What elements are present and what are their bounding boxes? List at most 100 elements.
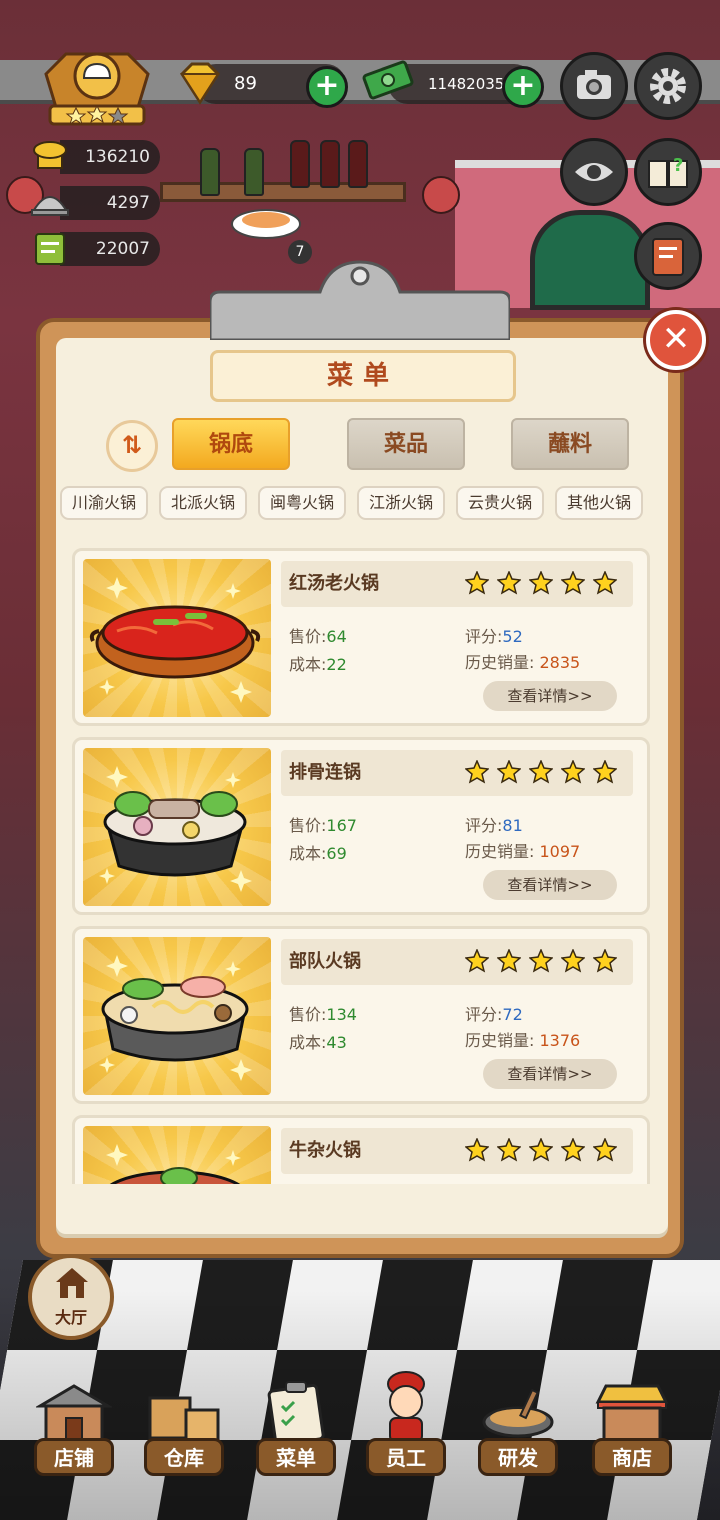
filter-sichuan[interactable]: 川渝火锅 xyxy=(60,486,148,520)
star-icon xyxy=(497,949,521,973)
nav-shop[interactable]: 店铺 xyxy=(30,1380,130,1480)
book-question-icon: ? xyxy=(648,155,688,188)
stat-value: 22007 xyxy=(95,239,150,259)
stat-reputation: 22007 xyxy=(60,232,160,266)
dish-name: 牛杂火锅 xyxy=(289,1140,361,1161)
menu-title: 菜单 xyxy=(210,350,516,402)
red-soup-hotpot-icon xyxy=(89,577,261,703)
score-row: 评分:72 xyxy=(465,1001,523,1025)
cash-amount: 11482035 xyxy=(428,75,505,93)
cost-label: 成本: xyxy=(289,655,327,674)
price-label: 售价: xyxy=(289,816,327,835)
nav-staff[interactable]: 员工 xyxy=(362,1371,462,1480)
nav-label: 研发 xyxy=(478,1438,558,1476)
sales-value: 1376 xyxy=(539,1031,581,1050)
dish-name: 排骨连锅 xyxy=(289,762,361,783)
army-stew-hotpot-icon xyxy=(99,955,252,1081)
bottle xyxy=(200,148,220,196)
star-icon xyxy=(529,760,553,784)
add-cash-button[interactable]: + xyxy=(502,66,544,108)
view-details-button[interactable]: 查看详情>> xyxy=(483,1059,617,1089)
green-door xyxy=(530,210,650,310)
gear-icon xyxy=(650,68,686,104)
filter-yungui[interactable]: 云贵火锅 xyxy=(456,486,544,520)
star-icon xyxy=(465,571,489,595)
stat-value: 4297 xyxy=(106,193,150,213)
filter-jiangzhe[interactable]: 江浙火锅 xyxy=(357,486,445,520)
view-details-button[interactable]: 查看详情>> xyxy=(483,870,617,900)
dish-list[interactable]: 红汤老火锅 售价:64 成本:22 评分:52 历史销量: 2835 查看详情>… xyxy=(60,540,664,1184)
gem-count: 89 xyxy=(234,73,257,94)
star-icon xyxy=(465,1138,489,1162)
bottle xyxy=(320,140,340,188)
score-value: 52 xyxy=(502,627,523,646)
price-label: 售价: xyxy=(289,1005,327,1024)
dish-card: 牛杂火锅 xyxy=(72,1115,650,1184)
star-icon xyxy=(561,1138,585,1162)
add-gems-button[interactable]: + xyxy=(306,66,348,108)
dish-name: 红汤老火锅 xyxy=(289,573,379,594)
price-value: 134 xyxy=(326,1005,357,1024)
filter-other[interactable]: 其他火锅 xyxy=(555,486,643,520)
warehouse-boxes-icon xyxy=(148,1396,220,1442)
price-value: 64 xyxy=(326,627,347,646)
star-icon xyxy=(497,1138,521,1162)
staff-chef-icon xyxy=(387,1371,425,1443)
nav-label: 店铺 xyxy=(34,1438,114,1476)
shop-building-icon xyxy=(36,1384,112,1442)
nav-warehouse[interactable]: 仓库 xyxy=(140,1380,240,1480)
star-icon xyxy=(465,760,489,784)
filter-northern[interactable]: 北派火锅 xyxy=(159,486,247,520)
eye-icon xyxy=(575,163,613,181)
nav-store[interactable]: 商店 xyxy=(588,1380,688,1480)
settings-button[interactable] xyxy=(634,52,702,120)
hall-button[interactable]: 大厅 xyxy=(28,1254,114,1340)
camera-button[interactable] xyxy=(560,52,628,120)
notebook-icon xyxy=(652,238,684,276)
hall-label: 大厅 xyxy=(54,1308,87,1327)
guide-button[interactable]: ? xyxy=(634,138,702,206)
cost-value: 69 xyxy=(326,844,347,863)
research-pot-icon xyxy=(482,1388,554,1438)
dish-rating xyxy=(465,1138,625,1162)
price-row: 售价:64 xyxy=(289,623,347,647)
order-dish-bubble[interactable] xyxy=(228,200,304,244)
notebook-button[interactable] xyxy=(634,222,702,290)
nav-label: 员工 xyxy=(366,1438,446,1476)
dish-rating xyxy=(465,760,625,784)
nav-label: 仓库 xyxy=(144,1438,224,1476)
tab-soup-base[interactable]: 锅底 xyxy=(172,418,290,470)
hanging-lamp xyxy=(422,176,460,214)
cost-row: 成本:22 xyxy=(289,651,347,675)
filter-fujian-canton[interactable]: 闽粤火锅 xyxy=(258,486,346,520)
dish-thumbnail xyxy=(83,559,271,717)
bottle xyxy=(348,140,368,188)
star-icon xyxy=(593,760,617,784)
sort-button[interactable]: ⇅ xyxy=(106,420,158,472)
rank-emblem[interactable] xyxy=(36,44,158,128)
score-label: 评分: xyxy=(465,1005,503,1024)
dish-name: 部队火锅 xyxy=(289,951,361,972)
view-details-button[interactable]: 查看详情>> xyxy=(483,681,617,711)
sales-label: 历史销量: xyxy=(465,842,535,861)
sales-label: 历史销量: xyxy=(465,1031,535,1050)
sales-row: 历史销量: 1097 xyxy=(465,838,580,862)
stat-dishes: 4297 xyxy=(60,186,160,220)
star-icon xyxy=(529,949,553,973)
menu-clipboard-icon xyxy=(267,1381,325,1444)
close-button[interactable]: ✕ xyxy=(646,310,706,370)
sales-value: 1097 xyxy=(539,842,581,861)
ledger-icon xyxy=(28,226,72,270)
star-icon xyxy=(593,571,617,595)
visibility-button[interactable] xyxy=(560,138,628,206)
pork-rib-hotpot-icon xyxy=(99,766,252,892)
nav-menu[interactable]: 菜单 xyxy=(252,1380,352,1480)
cost-value: 22 xyxy=(326,655,347,674)
nav-research[interactable]: 研发 xyxy=(474,1380,574,1480)
chef-hat-icon xyxy=(28,134,72,178)
tab-dishes[interactable]: 菜品 xyxy=(347,418,465,470)
star-icon xyxy=(497,760,521,784)
score-row: 评分:52 xyxy=(465,623,523,647)
score-label: 评分: xyxy=(465,627,503,646)
tab-sauces[interactable]: 蘸料 xyxy=(511,418,629,470)
